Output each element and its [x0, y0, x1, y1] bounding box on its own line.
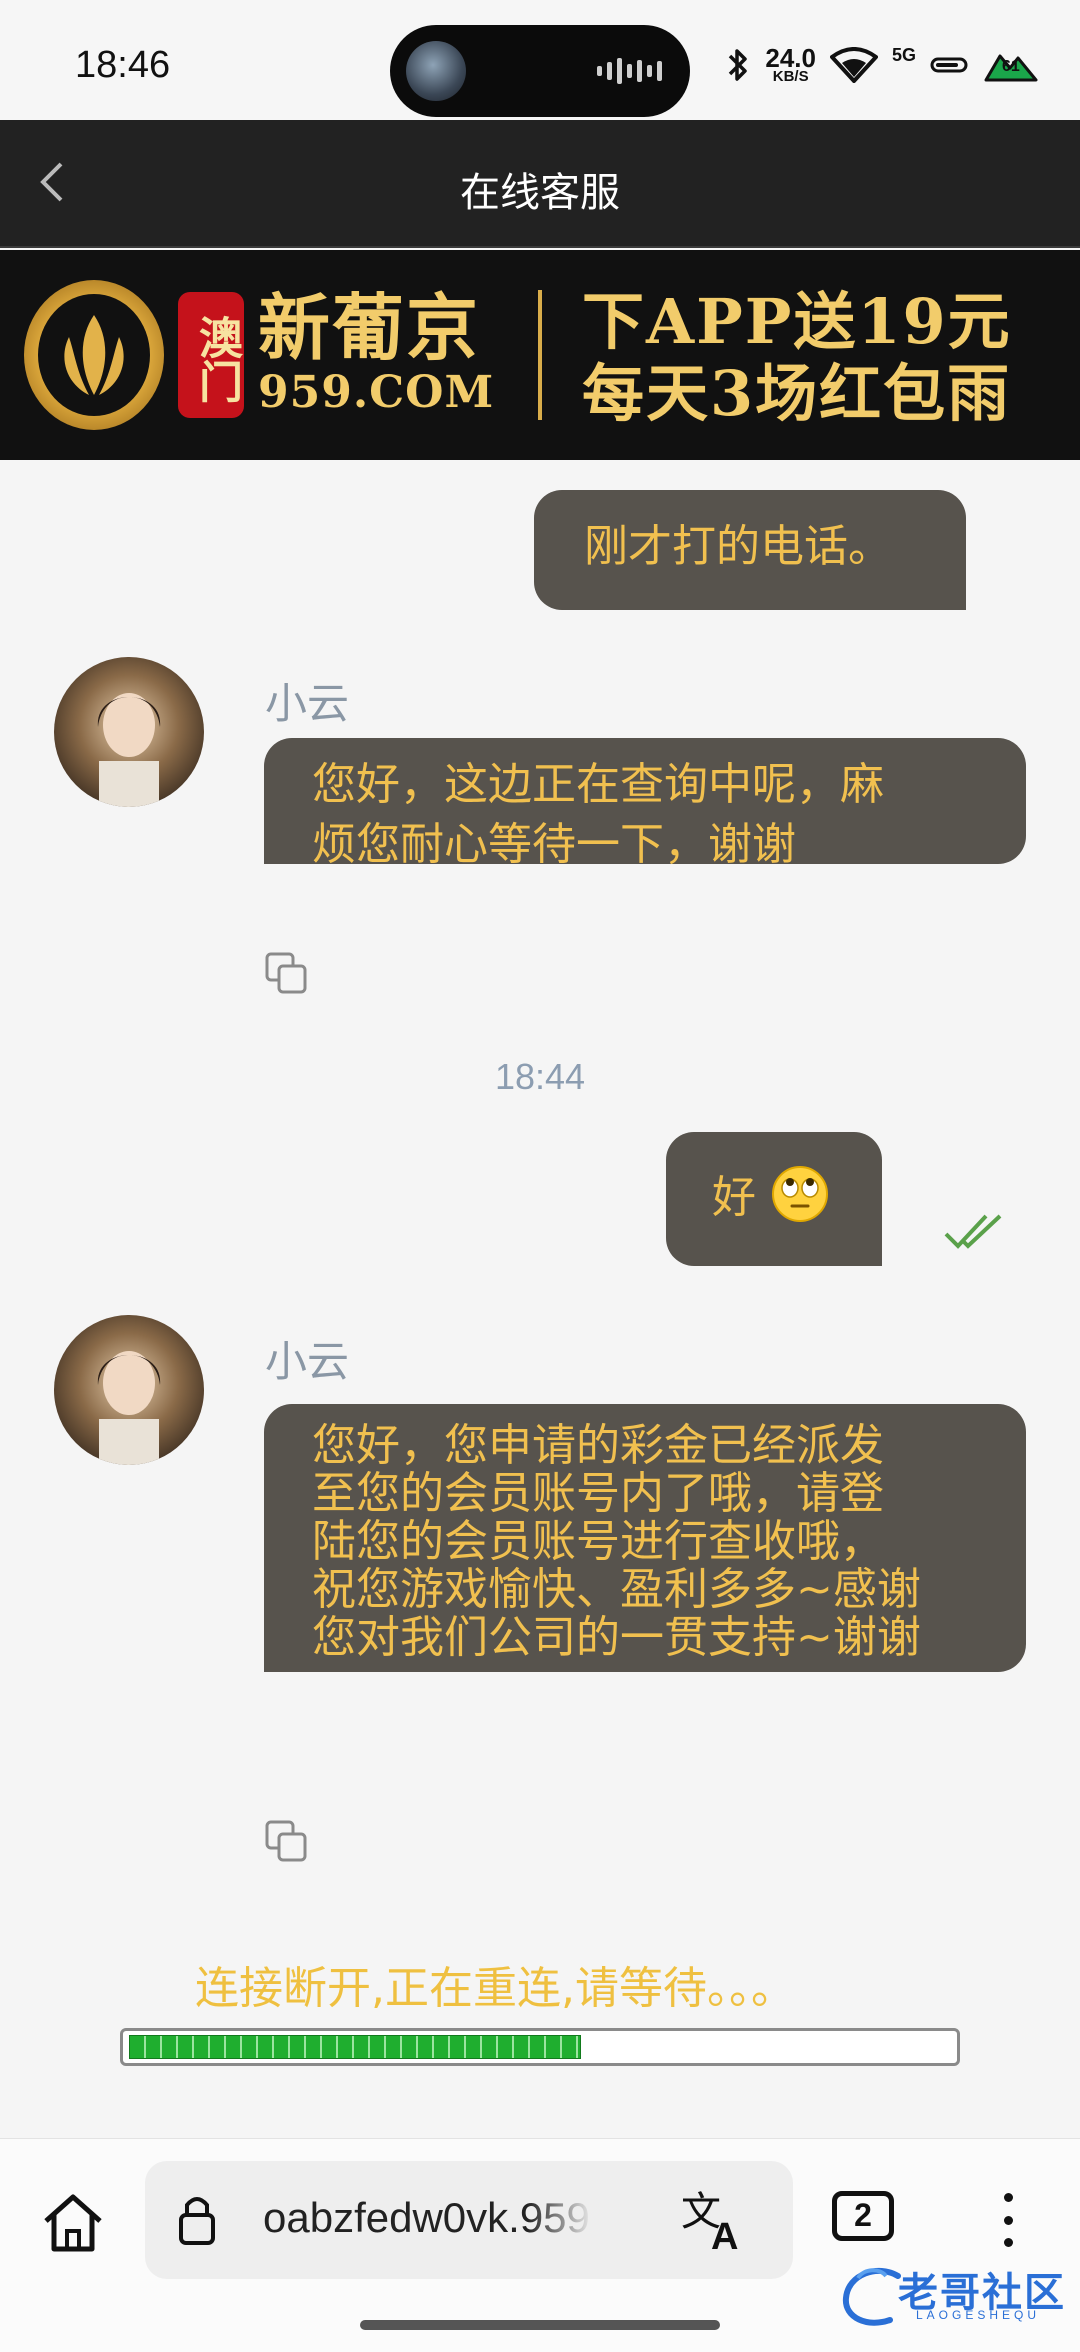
- promo-text: 下APP送19元 每天3场红包雨: [582, 286, 1012, 430]
- reconnect-progress-bar: [120, 2028, 960, 2066]
- address-bar[interactable]: oabzfedw0vk.9591 文A: [145, 2161, 793, 2279]
- chat-timestamp: 18:44: [494, 1056, 586, 1097]
- message-bubble-incoming[interactable]: 您好，这边正在查询中呢，麻 烦您耐心等待一下，谢谢: [264, 738, 1026, 870]
- message-line: 至您的会员账号内了哦，请登: [312, 1468, 884, 1519]
- read-receipt-icon: [944, 1214, 1002, 1249]
- ad-banner[interactable]: 澳门 新葡京 959.COM 下APP送19元 每天3场红包雨: [0, 250, 1080, 460]
- screen: 18:46 24.0 KB/S 5G 61 在线客服 澳门 新葡京 959.CO…: [0, 0, 1080, 2352]
- network-type: 5G: [891, 44, 916, 65]
- home-icon: [44, 2194, 102, 2252]
- home-indicator[interactable]: [360, 2320, 720, 2330]
- now-playing-artwork: [406, 41, 466, 101]
- battery-level: 61: [1002, 58, 1020, 75]
- chat-header: 在线客服: [0, 120, 1080, 248]
- status-time: 18:46: [75, 44, 171, 86]
- banner-divider: [538, 290, 542, 420]
- message-line: 烦您耐心等待一下，谢谢: [312, 819, 796, 870]
- casino-logo: [24, 280, 164, 430]
- message-bubble-incoming[interactable]: 您好，您申请的彩金已经派发 至您的会员账号内了哦，请登 陆您的会员账号进行查收哦…: [264, 1404, 1026, 1672]
- message-line: 您对我们公司的一贯支持~谢谢: [312, 1612, 921, 1663]
- reconnect-status: 连接断开,正在重连,请等待。。。: [195, 1963, 795, 2014]
- sender-name: 小云: [265, 679, 350, 728]
- brand-domain: 959.COM: [258, 367, 495, 418]
- message-bubble-outgoing[interactable]: 好: [666, 1132, 882, 1266]
- progress-fill: [129, 2035, 582, 2059]
- rolling-eyes-emoji: [772, 1166, 828, 1222]
- page-title: 在线客服: [460, 170, 620, 216]
- dynamic-island[interactable]: [390, 25, 690, 117]
- wifi-icon: [829, 47, 878, 83]
- lock-icon[interactable]: [177, 2191, 217, 2247]
- signal-icon: [930, 57, 968, 73]
- brand-name: 新葡京: [258, 285, 481, 370]
- message-bubble-outgoing[interactable]: 刚才打的电话。: [534, 490, 966, 610]
- copy-icon[interactable]: [263, 1818, 311, 1866]
- watermark-subtext: LAOGESHEQU: [916, 2308, 1041, 2322]
- url-text[interactable]: oabzfedw0vk.9591: [263, 2194, 593, 2242]
- sender-name: 小云: [265, 1337, 350, 1386]
- message-text: 刚才打的电话。: [584, 521, 892, 572]
- message-text: 好: [712, 1172, 756, 1223]
- message-line: 您好，您申请的彩金已经派发: [312, 1420, 884, 1471]
- tab-switcher-button[interactable]: 2: [832, 2191, 894, 2241]
- promo-line-2: 每天3场红包雨: [582, 357, 1012, 430]
- copy-icon[interactable]: [263, 950, 311, 998]
- svg-text:A: A: [711, 2216, 738, 2255]
- status-icons: 24.0 KB/S 5G 61: [725, 40, 1040, 90]
- message-line: 陆您的会员账号进行查收哦，: [312, 1516, 884, 1567]
- home-button[interactable]: [30, 2179, 116, 2265]
- translate-icon[interactable]: 文A: [677, 2185, 757, 2255]
- promo-line-1: 下APP送19元: [582, 285, 1012, 358]
- agent-avatar[interactable]: [54, 1315, 204, 1465]
- battery-icon: 61: [982, 50, 1040, 82]
- more-menu-icon[interactable]: [988, 2185, 1028, 2255]
- net-speed: 24.0 KB/S: [765, 42, 816, 85]
- agent-avatar[interactable]: [54, 657, 204, 807]
- audio-wave-icon: [597, 58, 662, 84]
- message-line: 祝您游戏愉快、盈利多多~感谢: [312, 1564, 921, 1615]
- watermark-logo: 老哥社区 LAOGESHEQU: [838, 2256, 1068, 2336]
- message-line: 您好，这边正在查询中呢，麻: [312, 759, 884, 810]
- seal-stamp: 澳门: [178, 292, 244, 418]
- chat-thread[interactable]: 刚才打的电话。 小云 您好，这边正在查询中呢，麻 烦您耐心等待一下，谢谢 18:…: [0, 460, 1080, 2140]
- status-bar: 18:46 24.0 KB/S 5G 61: [0, 0, 1080, 120]
- brand-text: 新葡京 959.COM: [258, 288, 494, 418]
- bluetooth-icon: [729, 49, 748, 81]
